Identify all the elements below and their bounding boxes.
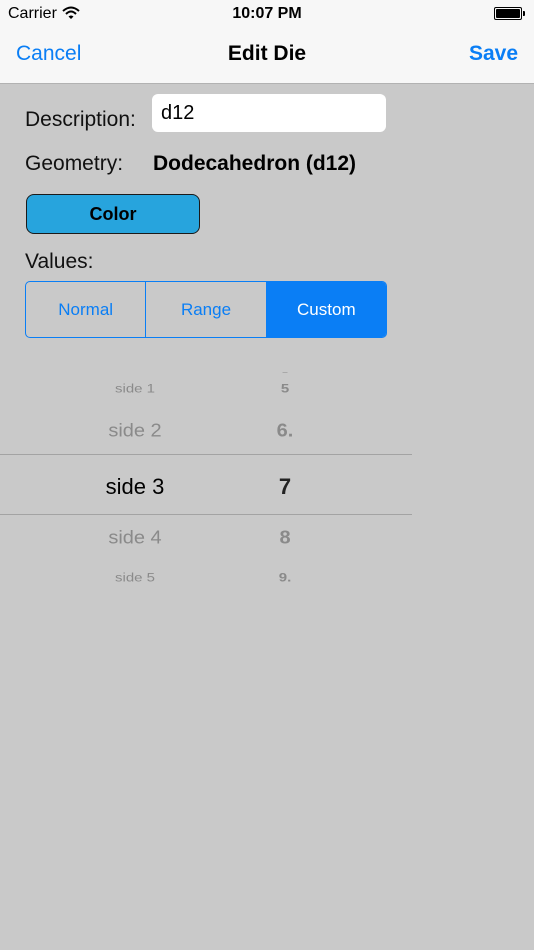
picker-side-label: side 1 (114, 382, 156, 396)
geometry-label: Geometry: (25, 152, 124, 175)
segment-normal[interactable]: Normal (26, 282, 147, 337)
navigation-bar: Cancel Edit Die Save (0, 28, 534, 84)
geometry-value: Dodecahedron (d12) (153, 152, 357, 175)
side-value-picker[interactable]: – side 1 5 side 2 6. side 3 7 side 4 8 s… (0, 365, 412, 600)
status-time: 10:07 PM (232, 5, 302, 22)
picker-value: 6. (276, 421, 294, 442)
picker-side-label: side 5 (114, 571, 156, 585)
cancel-button[interactable]: Cancel (16, 42, 81, 66)
status-bar: Carrier 10:07 PM (0, 0, 534, 28)
description-field[interactable] (152, 94, 386, 132)
picker-value: 5 (280, 382, 290, 396)
picker-value: 7 (278, 474, 292, 499)
picker-value: 9. (278, 571, 292, 585)
picker-side-label: side 3 (105, 474, 165, 499)
color-button[interactable]: Color (26, 194, 200, 234)
picker-side-label: side 4 (108, 528, 162, 549)
picker-row-faded: – (282, 367, 288, 378)
picker-side-label: side 2 (108, 421, 162, 442)
battery-icon (494, 7, 526, 20)
description-label: Description: (25, 108, 136, 131)
values-label: Values: (25, 250, 94, 273)
picker-selection-bottom-line (0, 514, 412, 515)
picker-row-faded (0, 593, 412, 600)
picker-selection-top-line (0, 454, 412, 455)
segment-custom[interactable]: Custom (266, 282, 386, 337)
values-segmented-control: Normal Range Custom (25, 281, 387, 338)
segment-range[interactable]: Range (146, 282, 267, 337)
picker-value: 8 (279, 528, 291, 549)
save-button[interactable]: Save (469, 42, 518, 66)
